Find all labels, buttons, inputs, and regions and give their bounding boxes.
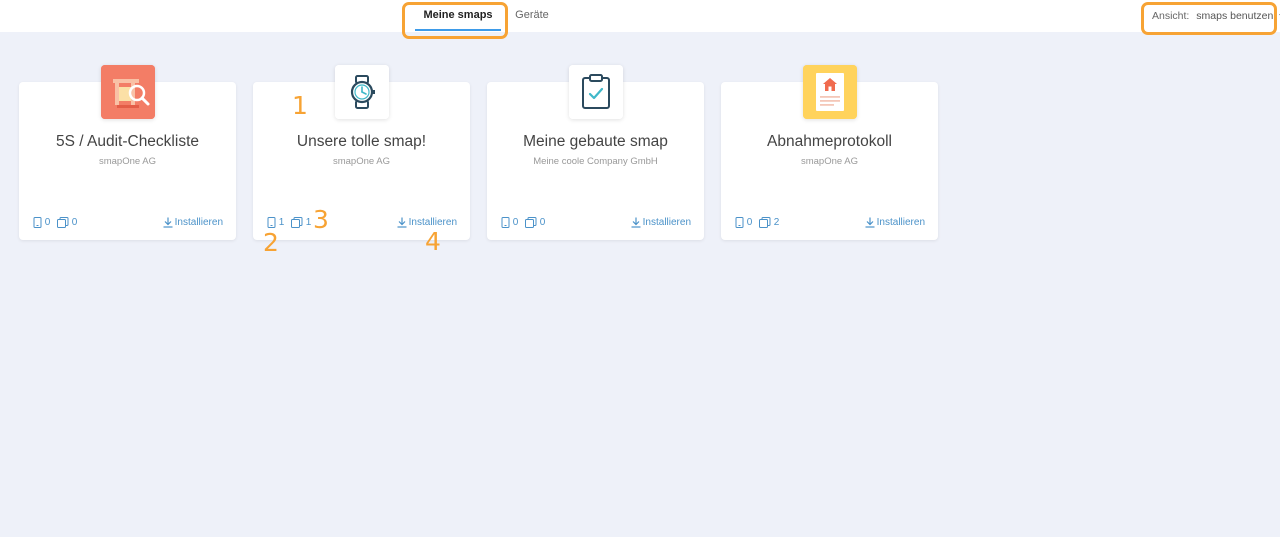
annotation-number: 4 bbox=[425, 227, 441, 256]
highlight-box-tabs bbox=[402, 2, 508, 39]
copy-count: 0 bbox=[525, 216, 545, 230]
device-count: 0 bbox=[501, 216, 518, 230]
annotation-number: 1 bbox=[292, 91, 308, 120]
install-label: Installieren bbox=[174, 217, 223, 228]
copy-count-value: 0 bbox=[71, 217, 78, 228]
tab-label: Geräte bbox=[515, 9, 549, 21]
smap-card-gebaute[interactable]: Meine gebaute smap Meine coole Company G… bbox=[487, 65, 704, 240]
install-button[interactable]: Installieren bbox=[163, 216, 223, 230]
download-icon bbox=[397, 217, 407, 228]
smap-card-abnahme[interactable]: Abnahmeprotokoll smapOne AG 0 2 Installi… bbox=[721, 65, 938, 240]
annotation-number: 2 bbox=[263, 228, 279, 257]
download-icon bbox=[865, 217, 875, 228]
device-icon bbox=[267, 216, 276, 228]
card-title: 5S / Audit-Checkliste bbox=[55, 133, 199, 150]
card-footer: 0 0 Installieren bbox=[501, 216, 691, 230]
copy-count-value: 2 bbox=[773, 217, 780, 228]
copies-icon bbox=[291, 216, 303, 228]
copy-count-value: 1 bbox=[305, 217, 312, 228]
card-title: Unsere tolle smap! bbox=[296, 133, 427, 150]
install-button[interactable]: Installieren bbox=[631, 216, 691, 230]
device-count-value: 0 bbox=[746, 217, 753, 228]
download-icon bbox=[631, 217, 641, 228]
device-count: 0 bbox=[735, 216, 752, 230]
copy-count: 0 bbox=[57, 216, 77, 230]
card-company: smapOne AG bbox=[332, 156, 391, 167]
device-icon bbox=[735, 216, 744, 228]
card-footer: 0 2 Installieren bbox=[735, 216, 925, 230]
install-label: Installieren bbox=[642, 217, 691, 228]
device-count-value: 0 bbox=[44, 217, 51, 228]
copies-icon bbox=[525, 216, 537, 228]
copies-icon bbox=[57, 216, 69, 228]
install-label: Installieren bbox=[876, 217, 925, 228]
smap-card-audit[interactable]: 5S / Audit-Checkliste smapOne AG 0 0 Ins… bbox=[19, 65, 236, 240]
copy-count: 1 bbox=[291, 216, 311, 230]
top-navigation-bar: Meine smaps Geräte Ansicht: smaps benutz… bbox=[0, 0, 1280, 32]
highlight-box-view bbox=[1141, 2, 1277, 35]
card-footer: 0 0 Installieren bbox=[33, 216, 223, 230]
device-count: 0 bbox=[33, 216, 50, 230]
copy-count-value: 0 bbox=[539, 217, 546, 228]
device-count-value: 1 bbox=[278, 217, 285, 228]
device-count-value: 0 bbox=[512, 217, 519, 228]
tab-geraete[interactable]: Geräte bbox=[512, 0, 552, 32]
copy-count: 2 bbox=[759, 216, 779, 230]
card-company: smapOne AG bbox=[800, 156, 859, 167]
card-company: Meine coole Company GmbH bbox=[533, 156, 658, 167]
watch-icon bbox=[335, 65, 389, 119]
audit-magnifier-icon bbox=[101, 65, 155, 119]
device-icon bbox=[501, 216, 510, 228]
house-document-icon bbox=[803, 65, 857, 119]
smap-card-tolle[interactable]: Unsere tolle smap! smapOne AG 1 1 Instal… bbox=[253, 65, 470, 240]
device-icon bbox=[33, 216, 42, 228]
card-company: smapOne AG bbox=[98, 156, 157, 167]
clipboard-check-icon bbox=[569, 65, 623, 119]
card-title: Abnahmeprotokoll bbox=[767, 133, 892, 150]
card-title: Meine gebaute smap bbox=[523, 133, 668, 150]
download-icon bbox=[163, 217, 173, 228]
install-button[interactable]: Installieren bbox=[865, 216, 925, 230]
annotation-number: 3 bbox=[313, 205, 329, 234]
copies-icon bbox=[759, 216, 771, 228]
